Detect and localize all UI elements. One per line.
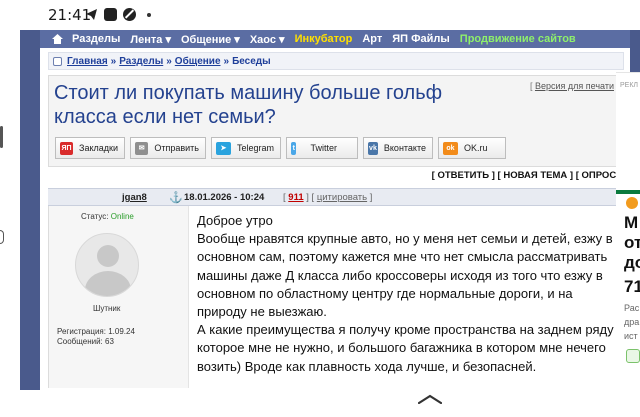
avatar-body [85, 271, 131, 296]
ad-text[interactable]: 71 [624, 277, 640, 297]
message-icon: ✉ [135, 141, 149, 155]
status-bar: 21:41 [0, 0, 640, 30]
share-button-ok[interactable]: ok OK.ru [438, 137, 506, 159]
ad-column: РЕКЛ М от до 71 Рас дра ист [616, 72, 640, 392]
user-stats: Регистрация: 1.09.24 Сообщений: 63 [57, 327, 135, 347]
user-rank: Шутник [93, 304, 121, 313]
share-button-send[interactable]: ✉ Отправить [130, 137, 206, 159]
nav-item-files[interactable]: ЯП Файлы [392, 33, 450, 45]
forum-frame: Разделы Лента ▾ Общение ▾ Хаос ▾ Инкубат… [20, 30, 640, 390]
breadcrumb-separator: » [223, 55, 230, 67]
ad-divider [616, 72, 640, 73]
status-label: Статус: [81, 212, 111, 221]
bottom-gesture-bar [0, 392, 640, 417]
ok-icon: ok [443, 141, 458, 155]
ad-text[interactable]: М [624, 213, 638, 233]
post-header: jgan8 ⚓ 18.01.2026 - 10:24 [ 911 ] [ цит… [48, 188, 624, 206]
share-label: Telegram [236, 143, 274, 153]
chevron-up-icon[interactable] [418, 394, 442, 404]
topic-actions: [ ОТВЕТИТЬ ] [ НОВАЯ ТЕМА ] [ ОПРОС ] [431, 170, 622, 181]
ad-text[interactable]: от [624, 233, 640, 253]
avatar[interactable] [75, 233, 139, 297]
ad-stripe [616, 190, 640, 194]
ad-text[interactable]: до [624, 253, 640, 273]
post-number[interactable]: 911 [288, 192, 303, 203]
share-button-twitter[interactable]: t Twitter [286, 137, 358, 159]
nav-item-lenta[interactable]: Лента ▾ [130, 33, 171, 46]
page-title: Стоит ли покупать машину больше гольф кл… [54, 82, 443, 128]
reply-button[interactable]: ОТВЕТИТЬ [437, 170, 489, 181]
user-info: Статус: Online Шутник Регистрация: 1.09.… [49, 206, 189, 388]
app-status-icon [104, 8, 117, 21]
breadcrumb-home[interactable]: Главная [67, 56, 108, 67]
post-meta: [ 911 ] [ цитировать ] [283, 192, 373, 203]
edge-handle-icon[interactable] [0, 126, 3, 148]
share-label: Вконтакте [383, 143, 426, 153]
registration-date: Регистрация: 1.09.24 [57, 327, 135, 336]
ad-subtext: Рас [624, 303, 640, 313]
forum-icon [53, 56, 62, 66]
top-navigation: Разделы Лента ▾ Общение ▾ Хаос ▾ Инкубат… [40, 30, 630, 48]
message-count: Сообщений: 63 [57, 337, 114, 346]
share-toolbar: ЯП Закладки ✉ Отправить ➤ Telegram t Twi… [55, 137, 506, 159]
do-not-disturb-icon [123, 8, 136, 21]
telegram-icon: ➤ [216, 141, 231, 155]
nav-item-art[interactable]: Арт [362, 33, 382, 45]
left-gutter [0, 30, 20, 390]
share-button-telegram[interactable]: ➤ Telegram [211, 137, 281, 159]
phone-screen: 21:41 Разделы Лента ▾ Общение ▾ Хаос ▾ И… [0, 0, 640, 417]
breadcrumb-separator: » [110, 55, 117, 67]
nav-item-obshchenie[interactable]: Общение ▾ [181, 33, 240, 46]
edge-tab-icon[interactable] [0, 230, 4, 244]
ad-subtext: дра [624, 317, 640, 327]
cite-link[interactable]: цитировать [317, 192, 367, 203]
breadcrumb-sections[interactable]: Разделы [119, 56, 163, 67]
status-online: Online [110, 212, 134, 221]
post-author[interactable]: jgan8 [122, 192, 147, 203]
nav-item-khaos[interactable]: Хаос ▾ [250, 33, 285, 46]
post-body: Статус: Online Шутник Регистрация: 1.09.… [48, 206, 624, 388]
post-date: 18.01.2026 - 10:24 [184, 192, 265, 203]
home-icon[interactable] [52, 34, 63, 44]
share-button-bookmarks[interactable]: ЯП Закладки [55, 137, 125, 159]
print-version-link[interactable]: [ Версия для печати ] [530, 81, 619, 91]
ad-subtext: ист [624, 331, 638, 341]
vk-icon: vk [368, 141, 378, 155]
share-button-vk[interactable]: vk Вконтакте [363, 137, 433, 159]
breadcrumb-obshchenie[interactable]: Общение [175, 56, 221, 67]
nav-item-inkubator[interactable]: Инкубатор [295, 33, 353, 45]
share-label: Отправить [154, 143, 199, 153]
post-message: Доброе утро Вообще нравятся крупные авто… [197, 212, 622, 376]
poll-button[interactable]: ОПРОС [582, 170, 617, 181]
new-topic-button[interactable]: НОВАЯ ТЕМА [503, 170, 567, 181]
breadcrumb: Главная » Разделы » Общение » Беседы [48, 52, 624, 70]
post-paragraph-1: Вообще нравятся крупные авто, но у меня … [197, 231, 613, 320]
telegram-status-icon [86, 9, 97, 20]
user-status: Статус: Online [81, 212, 134, 221]
breadcrumb-separator: » [166, 55, 172, 67]
nav-item-razdely[interactable]: Разделы [72, 33, 120, 45]
topic-header: Стоит ли покупать машину больше гольф кл… [48, 75, 624, 167]
notification-dot-icon [147, 13, 151, 17]
post-greeting: Доброе утро [197, 213, 273, 228]
anchor-icon[interactable]: ⚓ [169, 191, 183, 204]
avatar-head [97, 245, 119, 267]
nav-item-promo[interactable]: Продвижение сайтов [460, 33, 576, 45]
twitter-icon: t [291, 141, 297, 155]
share-label: Twitter [310, 143, 337, 153]
ad-label: РЕКЛ [620, 82, 639, 89]
share-label: OK.ru [464, 143, 488, 153]
share-label: Закладки [79, 143, 118, 153]
ad-button[interactable] [626, 349, 640, 363]
yap-icon: ЯП [60, 141, 74, 155]
print-version-label[interactable]: Версия для печати [535, 81, 614, 91]
ad-badge-icon [626, 197, 638, 209]
post-paragraph-2: А какие преимущества я получу кроме прос… [197, 322, 614, 374]
breadcrumb-current[interactable]: Беседы [232, 56, 271, 67]
